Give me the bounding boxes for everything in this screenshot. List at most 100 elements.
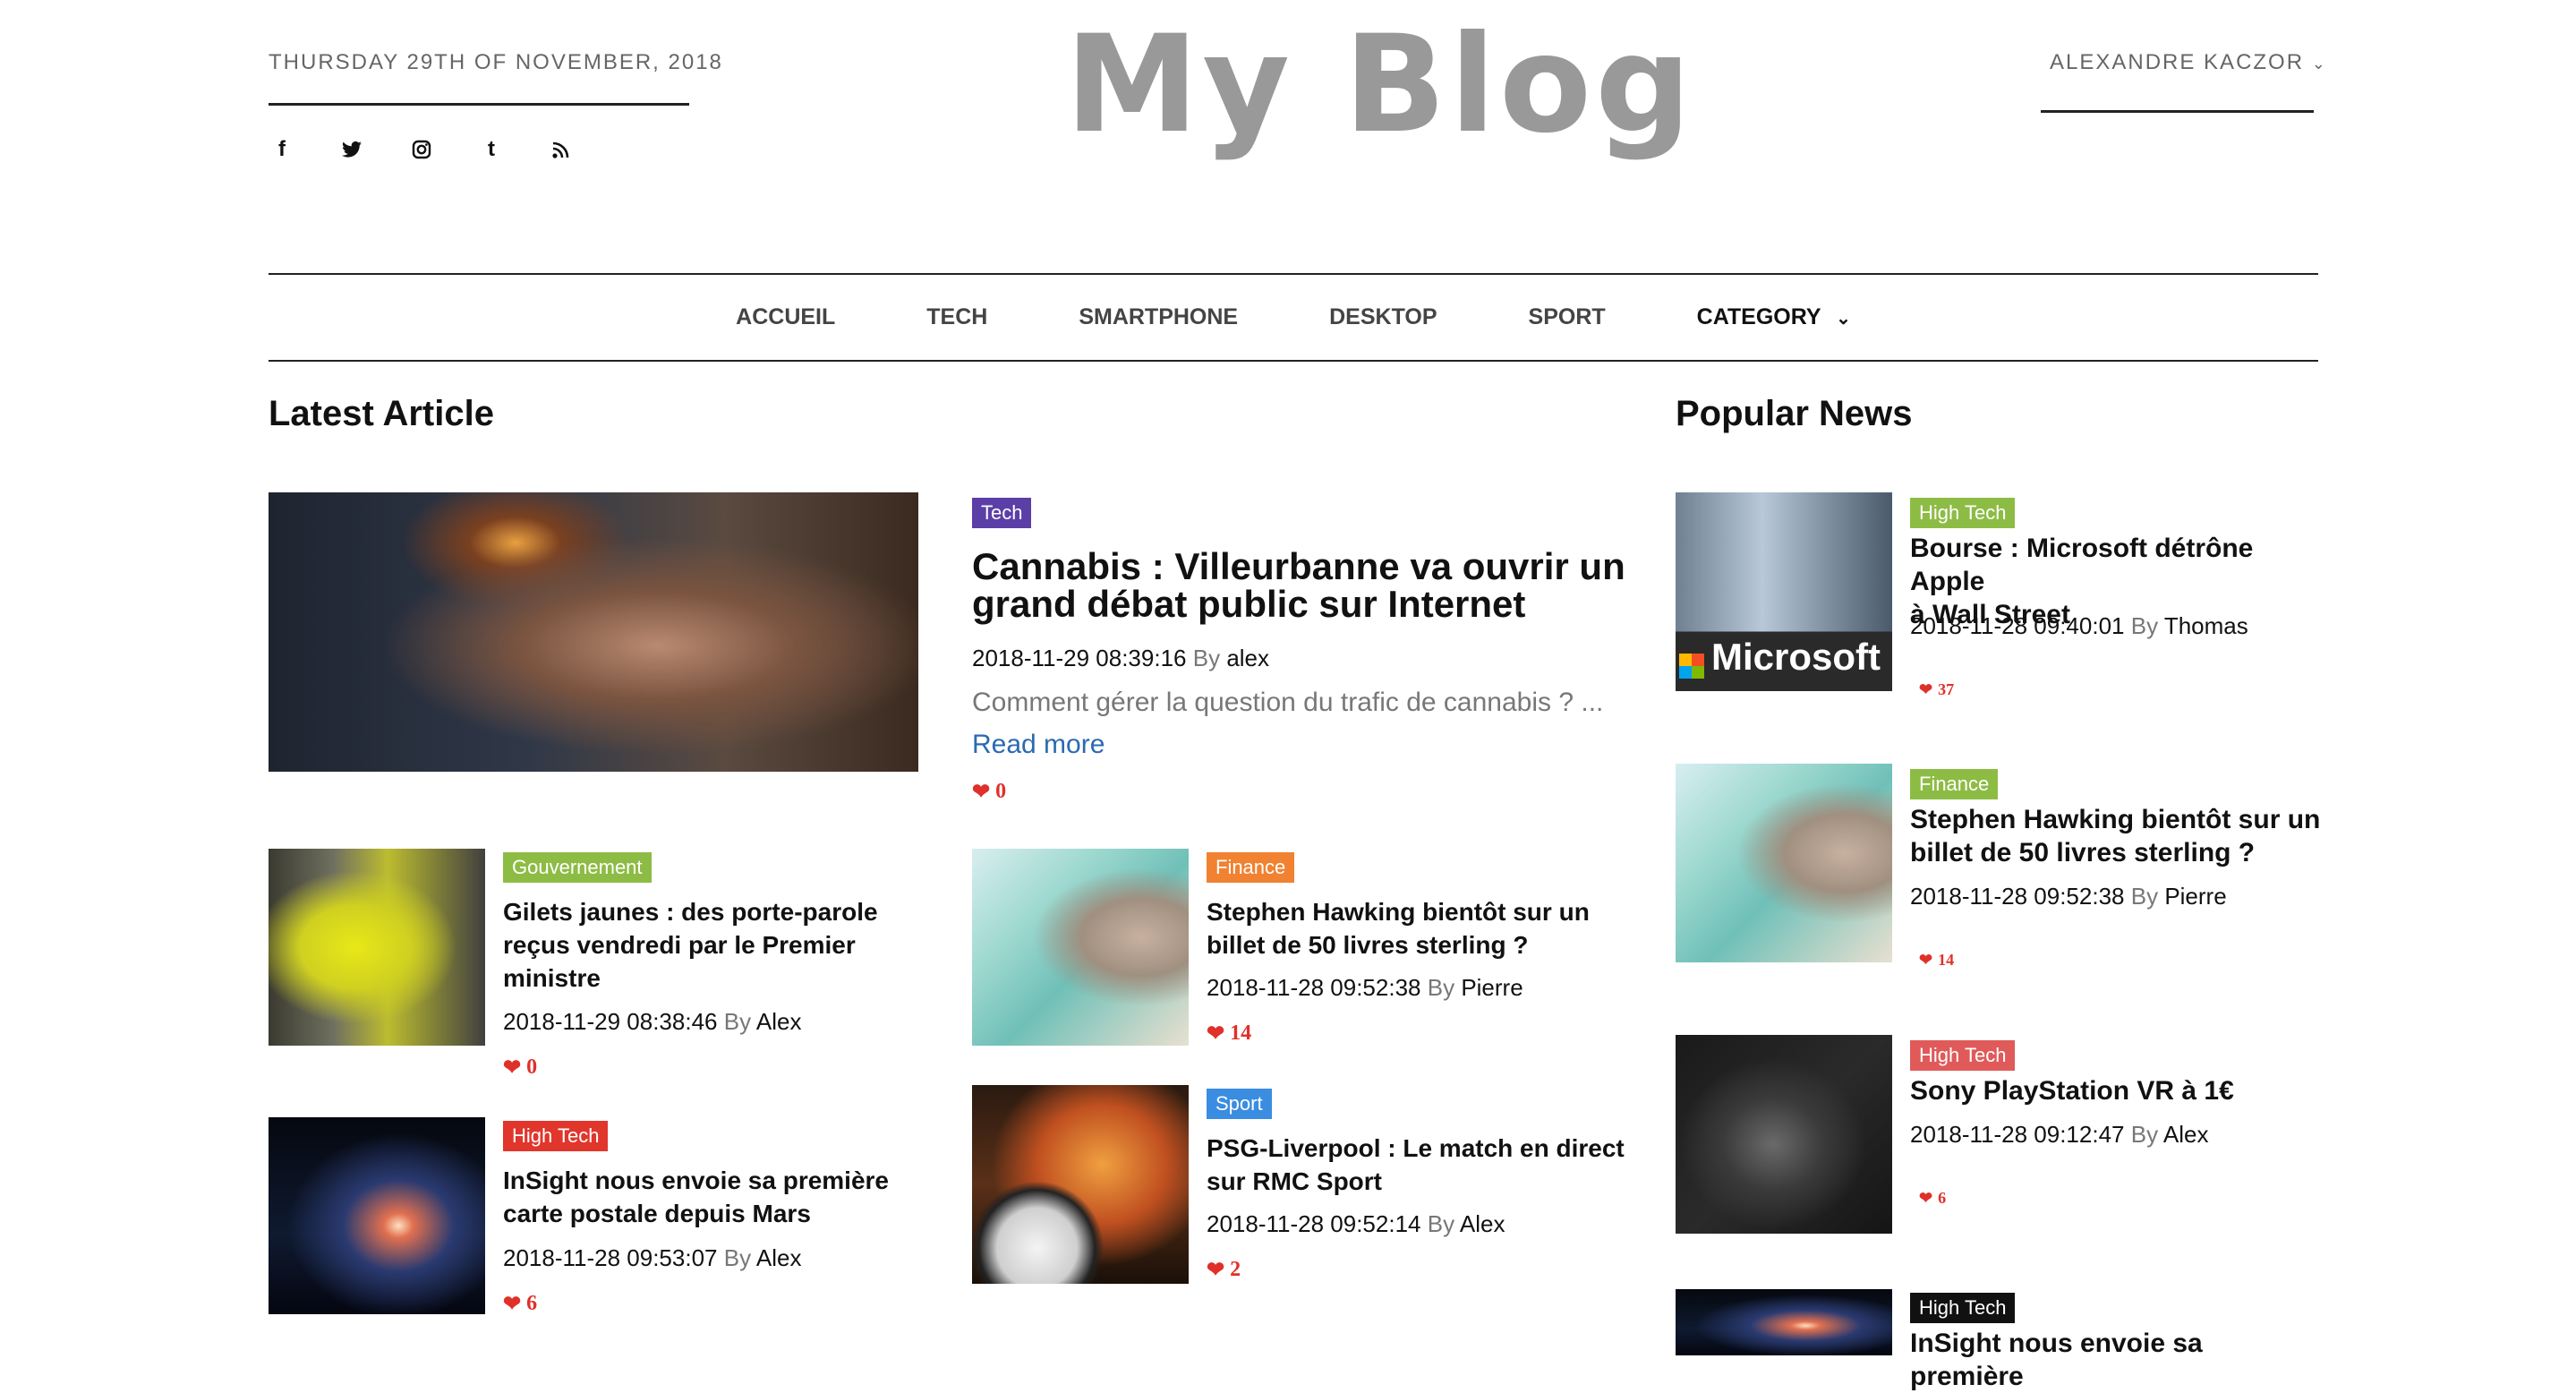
featured-title[interactable]: Cannabis : Villeurbanne va ouvrir un gra…: [972, 548, 1625, 623]
article-tag[interactable]: Gouvernement: [503, 852, 652, 883]
facebook-icon[interactable]: f: [269, 134, 295, 165]
read-more-link[interactable]: Read more: [972, 730, 1105, 760]
heart-icon[interactable]: ❤: [1919, 951, 1932, 970]
article-image[interactable]: [972, 1085, 1189, 1284]
nav-item-sport[interactable]: SPORT: [1529, 304, 1606, 330]
article-meta: 2018-11-28 09:52:14 By Alex: [1207, 1210, 1505, 1238]
popular-tag[interactable]: High Tech: [1910, 498, 2016, 528]
article-title-line[interactable]: carte postale depuis Mars: [503, 1197, 915, 1230]
popular-title-line[interactable]: Sony PlayStation VR à 1€: [1910, 1074, 2322, 1107]
rss-icon[interactable]: [548, 134, 575, 165]
article-title-line[interactable]: reçus vendredi par le Premier: [503, 928, 915, 961]
article-author[interactable]: Pierre: [1461, 974, 1523, 1001]
popular-likes[interactable]: ❤ 37: [1919, 680, 1954, 699]
main-nav: ACCUEIL TECH SMARTPHONE DESKTOP SPORT CA…: [269, 275, 2318, 360]
chevron-down-icon[interactable]: ⌄: [1836, 309, 1851, 329]
popular-title-line[interactable]: billet de 50 livres sterling ?: [1910, 836, 2322, 869]
popular-image[interactable]: [1676, 1035, 1892, 1234]
article-title-line[interactable]: ministre: [503, 961, 915, 995]
user-name[interactable]: ALEXANDRE KACZOR: [2050, 50, 2304, 74]
popular-title-line[interactable]: InSight nous envoie sa première: [1910, 1327, 2322, 1393]
article-author[interactable]: Alex: [756, 1008, 802, 1035]
tag-label[interactable]: Finance: [1207, 852, 1295, 883]
nav-item-desktop[interactable]: DESKTOP: [1329, 304, 1437, 330]
article-title[interactable]: PSG-Liverpool : Le match en direct sur R…: [1207, 1132, 1636, 1198]
article-author[interactable]: Alex: [1460, 1210, 1506, 1237]
article-title-line[interactable]: billet de 50 livres sterling ?: [1207, 928, 1618, 961]
tag-label[interactable]: High Tech: [1910, 498, 2016, 528]
popular-title-line[interactable]: Bourse : Microsoft détrône Apple: [1910, 532, 2322, 598]
heart-icon[interactable]: ❤: [503, 1055, 521, 1081]
category-label[interactable]: CATEGORY: [1697, 304, 1821, 329]
featured-title-line[interactable]: grand débat public sur Internet: [972, 585, 1625, 623]
heart-icon[interactable]: ❤: [1919, 1189, 1932, 1208]
article-likes[interactable]: ❤ 6: [503, 1291, 537, 1317]
nav-item-category[interactable]: CATEGORY ⌄: [1697, 304, 1851, 330]
article-tag[interactable]: Sport: [1207, 1089, 1272, 1119]
user-menu[interactable]: ALEXANDRE KACZOR ⌄: [2050, 50, 2327, 75]
popular-title-line[interactable]: Stephen Hawking bientôt sur un: [1910, 803, 2322, 836]
article-title-line[interactable]: PSG-Liverpool : Le match en direct: [1207, 1132, 1636, 1165]
tag-label[interactable]: High Tech: [503, 1121, 609, 1151]
featured-tag[interactable]: Tech: [972, 498, 1032, 528]
article-title-line[interactable]: Stephen Hawking bientôt sur un: [1207, 895, 1618, 928]
latest-heading: Latest Article: [269, 394, 494, 433]
tag-label[interactable]: Gouvernement: [503, 852, 652, 883]
article-image[interactable]: [972, 849, 1189, 1046]
article-likes[interactable]: ❤ 2: [1207, 1257, 1241, 1283]
article-image[interactable]: [269, 1117, 485, 1314]
site-logo[interactable]: My Blog: [1065, 7, 1694, 163]
heart-icon[interactable]: ❤: [1207, 1257, 1224, 1283]
heart-icon[interactable]: ❤: [503, 1291, 521, 1317]
article-tag[interactable]: High Tech: [503, 1121, 609, 1151]
article-title-line[interactable]: Gilets jaunes : des porte-parole: [503, 895, 915, 928]
featured-title-line[interactable]: Cannabis : Villeurbanne va ouvrir un: [972, 548, 1625, 585]
featured-likes[interactable]: ❤ 0: [972, 779, 1006, 805]
popular-image[interactable]: [1676, 764, 1892, 962]
popular-title[interactable]: Sony PlayStation VR à 1€: [1910, 1074, 2322, 1107]
tag-label[interactable]: Sport: [1207, 1089, 1272, 1119]
instagram-icon[interactable]: [408, 134, 435, 165]
tumblr-icon[interactable]: t: [478, 134, 505, 165]
tag-label[interactable]: Finance: [1910, 769, 1999, 799]
popular-image[interactable]: Microsoft: [1676, 492, 1892, 691]
article-author[interactable]: Alex: [756, 1244, 802, 1271]
twitter-icon[interactable]: [338, 134, 365, 165]
popular-author[interactable]: Alex: [2163, 1121, 2209, 1148]
tag-label[interactable]: High Tech: [1910, 1293, 2016, 1323]
popular-likes[interactable]: ❤ 6: [1919, 1189, 1946, 1208]
nav-item-tech[interactable]: TECH: [926, 304, 987, 330]
article-title[interactable]: Gilets jaunes : des porte-parole reçus v…: [503, 895, 915, 995]
popular-tag[interactable]: High Tech: [1910, 1040, 2016, 1071]
chevron-down-icon[interactable]: ⌄: [2312, 55, 2327, 73]
popular-tag[interactable]: Finance: [1910, 769, 1999, 799]
article-image[interactable]: [269, 849, 485, 1046]
tag-label[interactable]: High Tech: [1910, 1040, 2016, 1071]
heart-icon[interactable]: ❤: [1207, 1021, 1224, 1047]
popular-likes[interactable]: ❤ 14: [1919, 951, 1954, 970]
article-title-line[interactable]: sur RMC Sport: [1207, 1165, 1636, 1198]
article-tag[interactable]: Finance: [1207, 852, 1295, 883]
popular-author[interactable]: Thomas: [2164, 612, 2248, 639]
popular-author[interactable]: Pierre: [2164, 883, 2226, 910]
featured-author[interactable]: alex: [1226, 645, 1269, 671]
popular-tag[interactable]: High Tech: [1910, 1293, 2016, 1323]
article-likes[interactable]: ❤ 0: [503, 1055, 537, 1081]
popular-image[interactable]: [1676, 1289, 1892, 1355]
featured-image[interactable]: [269, 492, 918, 772]
article-title-line[interactable]: InSight nous envoie sa première: [503, 1164, 915, 1197]
popular-title[interactable]: Stephen Hawking bientôt sur un billet de…: [1910, 803, 2322, 869]
heart-icon[interactable]: ❤: [1919, 680, 1932, 699]
like-count: 6: [1938, 1189, 1947, 1207]
heart-icon[interactable]: ❤: [972, 779, 990, 805]
tag-label[interactable]: Tech: [972, 498, 1032, 528]
article-title[interactable]: InSight nous envoie sa première carte po…: [503, 1164, 915, 1230]
article-title[interactable]: Stephen Hawking bientôt sur un billet de…: [1207, 895, 1618, 961]
article-likes[interactable]: ❤ 14: [1207, 1021, 1251, 1047]
microsoft-logo-icon: [1679, 654, 1704, 679]
nav-item-accueil[interactable]: ACCUEIL: [736, 304, 835, 330]
article-meta: 2018-11-28 09:52:38 By Pierre: [1207, 974, 1523, 1002]
popular-title[interactable]: InSight nous envoie sa première: [1910, 1327, 2322, 1393]
by-label: By: [1427, 974, 1455, 1001]
nav-item-smartphone[interactable]: SMARTPHONE: [1079, 304, 1238, 330]
